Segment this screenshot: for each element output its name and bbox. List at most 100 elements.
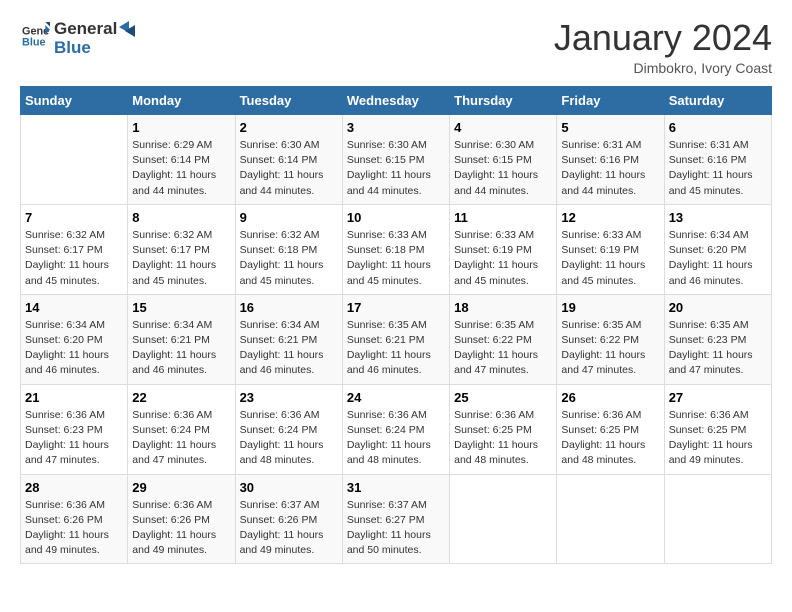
day-number: 31	[347, 480, 445, 495]
header-friday: Friday	[557, 87, 664, 115]
calendar-cell	[557, 474, 664, 564]
day-number: 10	[347, 210, 445, 225]
calendar-cell: 19 Sunrise: 6:35 AMSunset: 6:22 PMDayligh…	[557, 294, 664, 384]
location-text: Dimbokro, Ivory Coast	[554, 60, 772, 76]
calendar-cell: 10 Sunrise: 6:33 AMSunset: 6:18 PMDayligh…	[342, 204, 449, 294]
day-number: 7	[25, 210, 123, 225]
calendar-cell: 31 Sunrise: 6:37 AMSunset: 6:27 PMDayligh…	[342, 474, 449, 564]
calendar-week-3: 14 Sunrise: 6:34 AMSunset: 6:20 PMDayligh…	[21, 294, 772, 384]
calendar-cell: 12Sunrise: 6:33 AMSunset: 6:19 PMDayligh…	[557, 204, 664, 294]
day-number: 16	[240, 300, 338, 315]
logo-icon: General Blue	[22, 22, 50, 50]
page-header: General Blue General Blue January 2024 D…	[20, 20, 772, 76]
calendar-cell: 29Sunrise: 6:36 AMSunset: 6:26 PMDayligh…	[128, 474, 235, 564]
day-number: 21	[25, 390, 123, 405]
calendar-cell	[450, 474, 557, 564]
calendar-cell	[664, 474, 771, 564]
calendar-cell: 15Sunrise: 6:34 AMSunset: 6:21 PMDayligh…	[128, 294, 235, 384]
svg-text:Blue: Blue	[22, 37, 46, 49]
day-number: 11	[454, 210, 552, 225]
day-info: Sunrise: 6:36 AMSunset: 6:26 PMDaylight:…	[132, 498, 230, 559]
calendar-cell: 11 Sunrise: 6:33 AMSunset: 6:19 PMDayligh…	[450, 204, 557, 294]
header-wednesday: Wednesday	[342, 87, 449, 115]
calendar-cell: 9 Sunrise: 6:32 AMSunset: 6:18 PMDaylight…	[235, 204, 342, 294]
calendar-cell: 28 Sunrise: 6:36 AMSunset: 6:26 PMDayligh…	[21, 474, 128, 564]
calendar-cell: 24 Sunrise: 6:36 AMSunset: 6:24 PMDayligh…	[342, 384, 449, 474]
logo-arrow-icon	[119, 21, 141, 43]
calendar-cell: 23 Sunrise: 6:36 AMSunset: 6:24 PMDayligh…	[235, 384, 342, 474]
calendar-cell: 30 Sunrise: 6:37 AMSunset: 6:26 PMDayligh…	[235, 474, 342, 564]
day-number: 23	[240, 390, 338, 405]
day-number: 2	[240, 120, 338, 135]
day-number: 3	[347, 120, 445, 135]
day-info: Sunrise: 6:34 AMSunset: 6:20 PMDaylight:…	[25, 318, 123, 379]
day-number: 8	[132, 210, 230, 225]
day-info: Sunrise: 6:33 AMSunset: 6:18 PMDaylight:…	[347, 228, 445, 289]
calendar-cell	[21, 115, 128, 205]
day-info: Sunrise: 6:31 AMSunset: 6:16 PMDaylight:…	[561, 138, 659, 199]
day-number: 5	[561, 120, 659, 135]
day-info: Sunrise: 6:33 AMSunset: 6:19 PMDaylight:…	[454, 228, 552, 289]
calendar-cell: 8Sunrise: 6:32 AMSunset: 6:17 PMDaylight…	[128, 204, 235, 294]
day-info: Sunrise: 6:36 AMSunset: 6:23 PMDaylight:…	[25, 408, 123, 469]
day-number: 13	[669, 210, 767, 225]
day-info: Sunrise: 6:36 AMSunset: 6:24 PMDaylight:…	[347, 408, 445, 469]
day-number: 14	[25, 300, 123, 315]
day-info: Sunrise: 6:30 AMSunset: 6:14 PMDaylight:…	[240, 138, 338, 199]
day-number: 24	[347, 390, 445, 405]
calendar-week-4: 21 Sunrise: 6:36 AMSunset: 6:23 PMDayligh…	[21, 384, 772, 474]
day-info: Sunrise: 6:36 AMSunset: 6:24 PMDaylight:…	[240, 408, 338, 469]
day-number: 28	[25, 480, 123, 495]
day-number: 6	[669, 120, 767, 135]
calendar-cell: 3Sunrise: 6:30 AMSunset: 6:15 PMDaylight…	[342, 115, 449, 205]
day-info: Sunrise: 6:32 AMSunset: 6:18 PMDaylight:…	[240, 228, 338, 289]
day-info: Sunrise: 6:36 AMSunset: 6:24 PMDaylight:…	[132, 408, 230, 469]
calendar-week-5: 28 Sunrise: 6:36 AMSunset: 6:26 PMDayligh…	[21, 474, 772, 564]
day-info: Sunrise: 6:36 AMSunset: 6:25 PMDaylight:…	[561, 408, 659, 469]
logo-blue: Blue	[54, 38, 91, 57]
day-info: Sunrise: 6:30 AMSunset: 6:15 PMDaylight:…	[454, 138, 552, 199]
calendar-cell: 21 Sunrise: 6:36 AMSunset: 6:23 PMDayligh…	[21, 384, 128, 474]
day-number: 18	[454, 300, 552, 315]
header-sunday: Sunday	[21, 87, 128, 115]
day-info: Sunrise: 6:36 AMSunset: 6:26 PMDaylight:…	[25, 498, 123, 559]
header-tuesday: Tuesday	[235, 87, 342, 115]
calendar-week-2: 7 Sunrise: 6:32 AMSunset: 6:17 PMDaylight…	[21, 204, 772, 294]
calendar-cell: 1Sunrise: 6:29 AMSunset: 6:14 PMDaylight…	[128, 115, 235, 205]
day-number: 15	[132, 300, 230, 315]
calendar-cell: 20 Sunrise: 6:35 AMSunset: 6:23 PMDayligh…	[664, 294, 771, 384]
calendar-cell: 26 Sunrise: 6:36 AMSunset: 6:25 PMDayligh…	[557, 384, 664, 474]
day-number: 30	[240, 480, 338, 495]
calendar-cell: 17 Sunrise: 6:35 AMSunset: 6:21 PMDayligh…	[342, 294, 449, 384]
calendar-cell: 18Sunrise: 6:35 AMSunset: 6:22 PMDayligh…	[450, 294, 557, 384]
day-number: 1	[132, 120, 230, 135]
day-number: 20	[669, 300, 767, 315]
calendar-week-1: 1Sunrise: 6:29 AMSunset: 6:14 PMDaylight…	[21, 115, 772, 205]
day-info: Sunrise: 6:32 AMSunset: 6:17 PMDaylight:…	[25, 228, 123, 289]
day-number: 4	[454, 120, 552, 135]
day-info: Sunrise: 6:36 AMSunset: 6:25 PMDaylight:…	[454, 408, 552, 469]
day-number: 17	[347, 300, 445, 315]
calendar-header-row: SundayMondayTuesdayWednesdayThursdayFrid…	[21, 87, 772, 115]
calendar-cell: 16 Sunrise: 6:34 AMSunset: 6:21 PMDayligh…	[235, 294, 342, 384]
day-number: 25	[454, 390, 552, 405]
day-info: Sunrise: 6:35 AMSunset: 6:23 PMDaylight:…	[669, 318, 767, 379]
day-info: Sunrise: 6:37 AMSunset: 6:27 PMDaylight:…	[347, 498, 445, 559]
month-title: January 2024	[554, 20, 772, 56]
day-number: 27	[669, 390, 767, 405]
day-info: Sunrise: 6:34 AMSunset: 6:21 PMDaylight:…	[240, 318, 338, 379]
day-info: Sunrise: 6:35 AMSunset: 6:21 PMDaylight:…	[347, 318, 445, 379]
calendar-cell: 7 Sunrise: 6:32 AMSunset: 6:17 PMDaylight…	[21, 204, 128, 294]
title-block: January 2024 Dimbokro, Ivory Coast	[554, 20, 772, 76]
day-info: Sunrise: 6:35 AMSunset: 6:22 PMDaylight:…	[561, 318, 659, 379]
day-number: 19	[561, 300, 659, 315]
calendar-cell: 6Sunrise: 6:31 AMSunset: 6:16 PMDaylight…	[664, 115, 771, 205]
calendar-cell: 4 Sunrise: 6:30 AMSunset: 6:15 PMDaylight…	[450, 115, 557, 205]
logo: General Blue General Blue	[20, 20, 141, 57]
day-number: 9	[240, 210, 338, 225]
calendar-table: SundayMondayTuesdayWednesdayThursdayFrid…	[20, 86, 772, 564]
day-info: Sunrise: 6:37 AMSunset: 6:26 PMDaylight:…	[240, 498, 338, 559]
calendar-cell: 13Sunrise: 6:34 AMSunset: 6:20 PMDayligh…	[664, 204, 771, 294]
day-number: 26	[561, 390, 659, 405]
day-number: 12	[561, 210, 659, 225]
